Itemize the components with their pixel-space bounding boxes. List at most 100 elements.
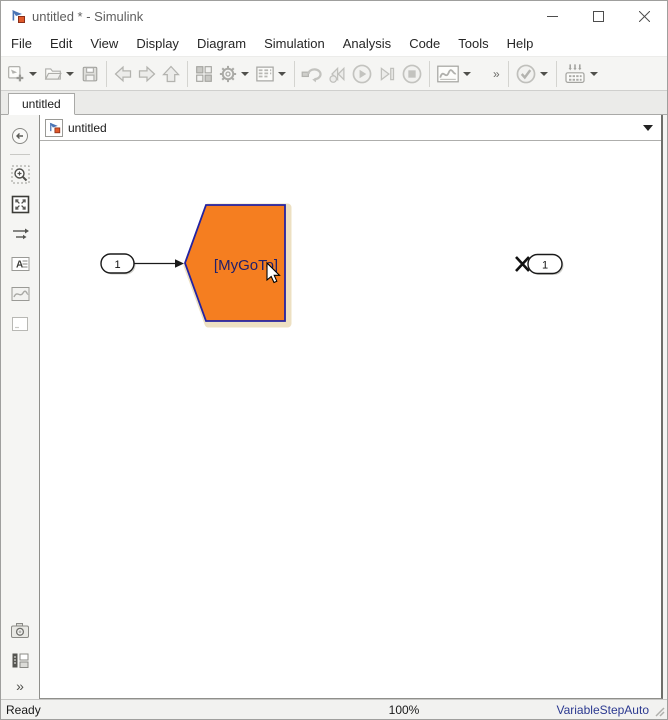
simulink-app-icon xyxy=(12,10,25,23)
inport-label: 1 xyxy=(114,259,120,271)
status-text: Ready xyxy=(6,702,41,717)
content-area: A » untitled 1 [MyGoTo] 1 xyxy=(1,115,667,699)
model-configuration-button[interactable] xyxy=(253,60,277,88)
screenshot-button[interactable] xyxy=(7,617,33,643)
breadcrumb-bar: untitled xyxy=(40,115,661,141)
data-inspector-button[interactable] xyxy=(434,60,462,88)
new-model-dropdown[interactable] xyxy=(29,71,37,76)
palette-separator xyxy=(10,154,30,155)
run-play-icon xyxy=(352,64,372,83)
inport-block[interactable]: 1 xyxy=(100,253,136,275)
close-button[interactable] xyxy=(621,1,667,31)
signal-routing-button[interactable] xyxy=(7,221,33,247)
toolbar-separator xyxy=(106,60,107,87)
model-configuration-icon xyxy=(256,66,274,81)
model-configuration-dropdown[interactable] xyxy=(278,71,286,76)
minimize-button[interactable] xyxy=(529,1,575,31)
update-diagram-button[interactable] xyxy=(561,60,589,88)
maximize-icon xyxy=(592,10,604,22)
menu-file[interactable]: File xyxy=(2,32,41,55)
model-browser-icon xyxy=(12,653,28,668)
open-button[interactable] xyxy=(41,60,65,88)
menu-help[interactable]: Help xyxy=(498,32,543,55)
fit-to-view-button[interactable] xyxy=(7,191,33,217)
menu-diagram[interactable]: Diagram xyxy=(188,32,255,55)
forward-arrow-icon xyxy=(138,65,156,82)
menu-analysis[interactable]: Analysis xyxy=(334,32,400,55)
simulink-window: untitled * - Simulink File Edit View Dis… xyxy=(0,0,668,720)
new-model-icon xyxy=(8,65,24,81)
new-model-button[interactable] xyxy=(4,60,28,88)
simulink-model-icon xyxy=(49,122,60,134)
arrowhead-icon xyxy=(175,259,184,268)
step-back-button[interactable] xyxy=(325,60,349,88)
model-advisor-dropdown[interactable] xyxy=(539,71,548,76)
zoom-region-icon xyxy=(11,165,29,183)
back-arrow-icon xyxy=(114,65,132,82)
model-advisor-button[interactable] xyxy=(513,60,539,88)
hide-browser-button[interactable] xyxy=(7,123,33,149)
menu-simulation[interactable]: Simulation xyxy=(255,32,334,55)
maximize-button[interactable] xyxy=(575,1,621,31)
annotation-icon: A xyxy=(11,257,29,271)
menu-edit[interactable]: Edit xyxy=(41,32,81,55)
gear-icon xyxy=(219,65,237,82)
update-diagram-dropdown[interactable] xyxy=(589,71,598,76)
forward-button[interactable] xyxy=(135,60,159,88)
up-button[interactable] xyxy=(159,60,183,88)
solver-indicator[interactable]: VariableStepAuto xyxy=(556,703,649,717)
menu-tools[interactable]: Tools xyxy=(449,32,497,55)
image-icon xyxy=(11,287,29,301)
breadcrumb-model-iconbox xyxy=(45,118,63,137)
tab-untitled[interactable]: untitled xyxy=(8,93,75,115)
camera-icon xyxy=(11,622,29,638)
open-dropdown[interactable] xyxy=(66,71,74,76)
signal-line[interactable] xyxy=(134,259,184,268)
zoom-region-button[interactable] xyxy=(7,161,33,187)
menu-display[interactable]: Display xyxy=(127,32,188,55)
annotation-button[interactable]: A xyxy=(7,251,33,277)
step-back-icon xyxy=(329,66,345,83)
model-canvas[interactable]: 1 [MyGoTo] 1 xyxy=(40,141,661,698)
viewer-box-icon xyxy=(12,317,28,331)
data-inspector-dropdown[interactable] xyxy=(463,71,471,76)
menu-view[interactable]: View xyxy=(81,32,127,55)
fit-to-view-icon xyxy=(11,195,29,213)
viewer-box-button[interactable] xyxy=(7,311,33,337)
run-button[interactable] xyxy=(349,60,375,88)
breadcrumb-model-name[interactable]: untitled xyxy=(68,121,107,135)
goto-block[interactable]: [MyGoTo] xyxy=(183,203,292,328)
save-button[interactable] xyxy=(78,60,102,88)
menu-code[interactable]: Code xyxy=(400,32,449,55)
resize-grip[interactable] xyxy=(653,705,665,717)
library-browser-icon xyxy=(196,65,212,82)
palette-sidebar: A » xyxy=(1,115,39,699)
update-diagram-icon xyxy=(565,63,585,83)
tab-label: untitled xyxy=(22,97,61,111)
toolbar-overflow-chevron[interactable]: » xyxy=(489,67,504,81)
outport-block[interactable]: 1 xyxy=(515,253,564,276)
toolbar-separator xyxy=(429,60,430,87)
save-icon xyxy=(82,66,98,81)
title-bar: untitled * - Simulink xyxy=(1,1,667,31)
step-forward-button[interactable] xyxy=(375,60,399,88)
toolbar-separator xyxy=(187,60,188,87)
unconnected-port-x-icon xyxy=(515,256,530,272)
toolbar-separator xyxy=(555,60,557,87)
fast-restart-button[interactable] xyxy=(299,60,325,88)
double-arrow-icon xyxy=(12,228,29,240)
stop-icon xyxy=(402,64,422,83)
data-inspector-icon xyxy=(437,65,459,82)
back-button[interactable] xyxy=(111,60,135,88)
image-button[interactable] xyxy=(7,281,33,307)
model-settings-button[interactable] xyxy=(216,60,240,88)
model-settings-dropdown[interactable] xyxy=(241,71,249,76)
zoom-level: 100% xyxy=(388,702,420,717)
library-browser-button[interactable] xyxy=(192,60,216,88)
expand-button[interactable]: » xyxy=(16,675,24,695)
model-browser-button[interactable] xyxy=(7,647,33,673)
stop-button[interactable] xyxy=(399,60,425,88)
status-bar: Ready 100% VariableStepAuto xyxy=(1,699,667,719)
breadcrumb-dropdown-icon[interactable] xyxy=(643,124,653,131)
model-editor: untitled 1 [MyGoTo] 1 xyxy=(39,115,663,699)
